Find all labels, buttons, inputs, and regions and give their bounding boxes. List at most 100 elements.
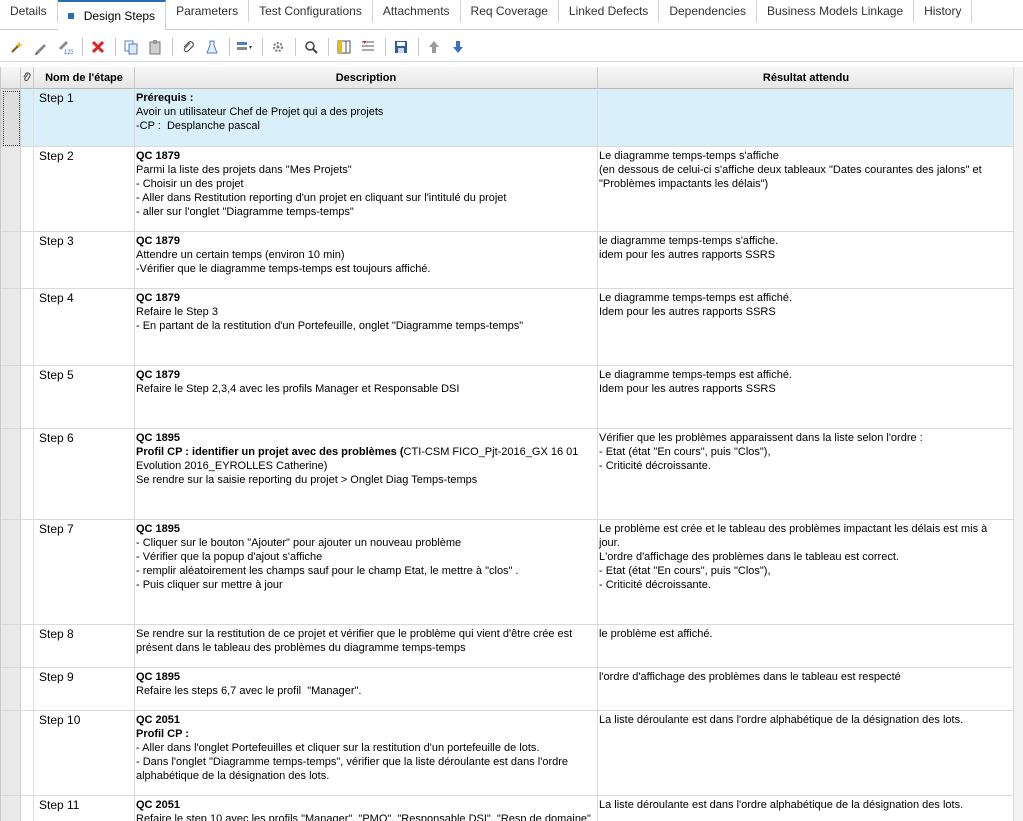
- attachment-cell[interactable]: [21, 89, 34, 146]
- description-cell[interactable]: QC 1879 Refaire le Step 3 - En partant de …: [135, 289, 598, 365]
- step-name-cell[interactable]: Step 6: [34, 429, 135, 519]
- text: - Dans l'onglet "Diagramme temps-temps",…: [136, 756, 572, 782]
- delete-icon[interactable]: [87, 36, 109, 58]
- row-selector[interactable]: [1, 668, 21, 710]
- expected-result-cell[interactable]: Le diagramme temps-temps est affiché. Ide…: [598, 366, 1013, 428]
- header-step-name[interactable]: Nom de l'étape: [34, 67, 135, 89]
- attachment-cell[interactable]: [21, 796, 34, 821]
- description-cell[interactable]: QC 2051 Refaire le step 10 avec les profi…: [135, 796, 598, 821]
- attachment-cell[interactable]: [21, 366, 34, 428]
- move-down-icon[interactable]: [447, 36, 469, 58]
- header-description[interactable]: Description: [135, 67, 598, 89]
- attachment-cell[interactable]: [21, 289, 34, 365]
- description-cell[interactable]: Se rendre sur la restitution de ce proje…: [135, 625, 598, 667]
- description-cell[interactable]: QC 1895 Profil CP : identifier un projet …: [135, 429, 598, 519]
- row-selector[interactable]: [1, 796, 21, 821]
- expected-result-cell[interactable]: l'ordre d'affichage des problèmes dans l…: [598, 668, 1013, 710]
- generate-script-icon[interactable]: [234, 36, 256, 58]
- attachment-cell[interactable]: [21, 147, 34, 231]
- expected-result-cell[interactable]: Le diagramme temps-temps est affiché. Ide…: [598, 289, 1013, 365]
- select-columns-icon[interactable]: [333, 36, 355, 58]
- vertical-scrollbar[interactable]: [1013, 67, 1023, 821]
- row-selector[interactable]: [1, 429, 21, 519]
- row-selector[interactable]: [1, 289, 21, 365]
- edit-step-icon[interactable]: [30, 36, 52, 58]
- grid-filter-icon[interactable]: [357, 36, 379, 58]
- attachment-cell[interactable]: [21, 520, 34, 624]
- table-row[interactable]: Step 9 QC 1895 Refaire les steps 6,7 avec …: [1, 668, 1013, 711]
- attachment-cell[interactable]: [21, 232, 34, 288]
- attachment-cell[interactable]: [21, 668, 34, 710]
- step-name-cell[interactable]: Step 8: [34, 625, 135, 667]
- renumber-steps-icon[interactable]: 123: [54, 36, 76, 58]
- description-cell[interactable]: QC 2051 Profil CP : - Aller dans l'onglet …: [135, 711, 598, 795]
- call-to-test-icon[interactable]: [201, 36, 223, 58]
- expected-result-cell[interactable]: le diagramme temps-temps s'affiche. idem …: [598, 232, 1013, 288]
- new-step-icon[interactable]: [6, 36, 28, 58]
- attachment-icon[interactable]: [177, 36, 199, 58]
- tab-business-models-linkage[interactable]: Business Models Linkage: [757, 0, 915, 22]
- copy-icon[interactable]: [120, 36, 142, 58]
- table-row[interactable]: Step 2 QC 1879 Parmi la liste des projets …: [1, 147, 1013, 232]
- expected-result-cell[interactable]: Vérifier que les problèmes apparaissent …: [598, 429, 1013, 519]
- expected-result-cell[interactable]: le problème est affiché.: [598, 625, 1013, 667]
- tab-linked-defects[interactable]: Linked Defects: [559, 0, 660, 22]
- row-selector[interactable]: [1, 89, 21, 146]
- expected-result-cell[interactable]: [598, 89, 1013, 146]
- paste-icon[interactable]: [144, 36, 166, 58]
- step-name-cell[interactable]: Step 1: [34, 89, 135, 146]
- description-cell[interactable]: QC 1879 Parmi la liste des projets dans "…: [135, 147, 598, 231]
- attachment-cell[interactable]: [21, 711, 34, 795]
- parameters-icon[interactable]: [267, 36, 289, 58]
- description-cell[interactable]: QC 1895 - Cliquer sur le bouton "Ajouter"…: [135, 520, 598, 624]
- step-name-cell[interactable]: Step 7: [34, 520, 135, 624]
- step-name-cell[interactable]: Step 4: [34, 289, 135, 365]
- step-name-cell[interactable]: Step 5: [34, 366, 135, 428]
- save-icon[interactable]: [390, 36, 412, 58]
- table-row[interactable]: Step 7 QC 1895 - Cliquer sur le bouton "Aj…: [1, 520, 1013, 625]
- expected-result-cell[interactable]: Le problème est crée et le tableau des p…: [598, 520, 1013, 624]
- expected-result-cell[interactable]: La liste déroulante est dans l'ordre alp…: [598, 711, 1013, 795]
- row-selector[interactable]: [1, 711, 21, 795]
- attachment-cell[interactable]: [21, 625, 34, 667]
- table-row[interactable]: Step 10 QC 2051 Profil CP : - Aller dans l'…: [1, 711, 1013, 796]
- description-cell[interactable]: Prérequis : Avoir un utilisateur Chef de …: [135, 89, 598, 146]
- tab-test-configurations[interactable]: Test Configurations: [249, 0, 373, 22]
- text: -CP : Desplanche pascal: [136, 120, 260, 132]
- row-selector[interactable]: [1, 366, 21, 428]
- table-row[interactable]: Step 5 QC 1879 Refaire le Step 2,3,4 avec …: [1, 366, 1013, 429]
- move-up-icon[interactable]: [423, 36, 445, 58]
- tab-history[interactable]: History: [914, 0, 973, 22]
- row-selector[interactable]: [1, 520, 21, 624]
- header-attachment-paperclip-icon[interactable]: [21, 67, 34, 89]
- attachment-cell[interactable]: [21, 429, 34, 519]
- table-row[interactable]: Step 3 QC 1879 Attendre un certain temps (…: [1, 232, 1013, 289]
- table-row[interactable]: Step 1 Prérequis : Avoir un utilisateur Ch…: [1, 89, 1013, 147]
- description-cell[interactable]: QC 1879 Attendre un certain temps (enviro…: [135, 232, 598, 288]
- step-name-cell[interactable]: Step 3: [34, 232, 135, 288]
- row-selector[interactable]: [1, 232, 21, 288]
- table-row[interactable]: Step 8 Se rendre sur la restitution de ce…: [1, 625, 1013, 668]
- step-name-cell[interactable]: Step 10: [34, 711, 135, 795]
- step-name-cell[interactable]: Step 2: [34, 147, 135, 231]
- table-row[interactable]: Step 4 QC 1879 Refaire le Step 3 - En parta…: [1, 289, 1013, 366]
- table-row[interactable]: Step 6 QC 1895 Profil CP : identifier un p…: [1, 429, 1013, 520]
- step-name-cell[interactable]: Step 11: [34, 796, 135, 821]
- table-row[interactable]: Step 11 QC 2051 Refaire le step 10 avec le…: [1, 796, 1013, 821]
- text: - En partant de la restitution d'un Port…: [136, 320, 524, 332]
- description-cell[interactable]: QC 1895 Refaire les steps 6,7 avec le pro…: [135, 668, 598, 710]
- find-icon[interactable]: [300, 36, 322, 58]
- tab-attachments[interactable]: Attachments: [373, 0, 461, 22]
- row-selector[interactable]: [1, 147, 21, 231]
- row-selector[interactable]: [1, 625, 21, 667]
- expected-result-cell[interactable]: Le diagramme temps-temps s'affiche (en de…: [598, 147, 1013, 231]
- expected-result-cell[interactable]: La liste déroulante est dans l'ordre alp…: [598, 796, 1013, 821]
- header-expected-result[interactable]: Résultat attendu: [598, 67, 1013, 89]
- tab-parameters[interactable]: Parameters: [166, 0, 250, 22]
- tab-details[interactable]: Details: [0, 0, 58, 22]
- tab-design-steps[interactable]: Design Steps: [57, 0, 167, 30]
- tab-req-coverage[interactable]: Req Coverage: [461, 0, 559, 22]
- description-cell[interactable]: QC 1879 Refaire le Step 2,3,4 avec les pr…: [135, 366, 598, 428]
- step-name-cell[interactable]: Step 9: [34, 668, 135, 710]
- tab-dependencies[interactable]: Dependencies: [659, 0, 758, 22]
